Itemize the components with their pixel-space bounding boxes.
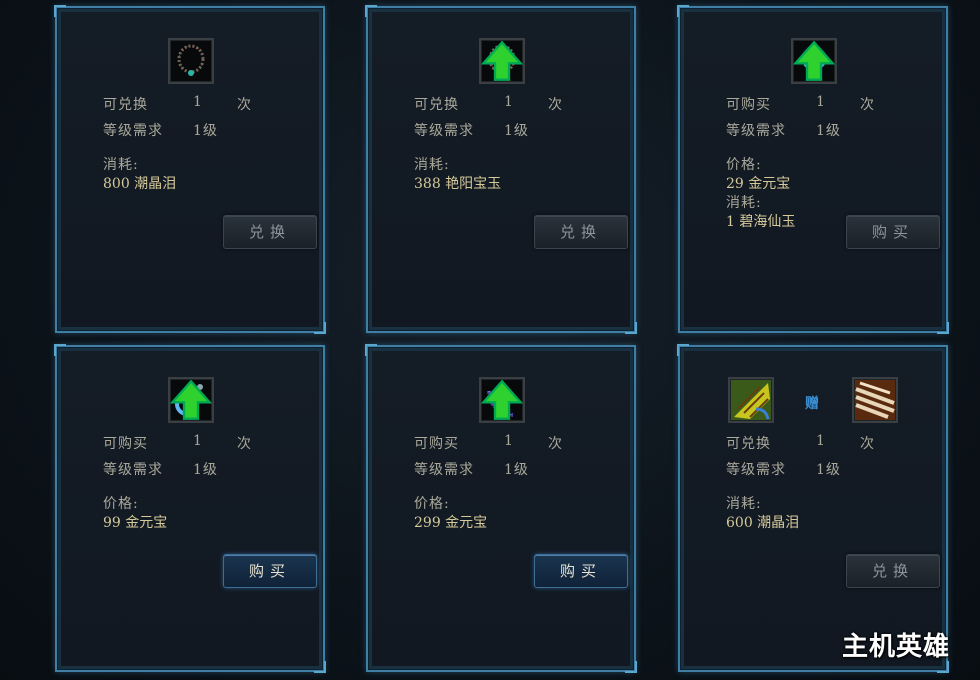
price-label: 价格: — [726, 157, 762, 173]
fan-icon[interactable] — [728, 377, 774, 423]
cost-value: 600 潮晶泪 — [726, 515, 800, 531]
limit-label: 可兑换 — [414, 97, 459, 113]
limit-unit: 次 — [548, 436, 563, 452]
limit-unit: 次 — [860, 436, 875, 452]
level-req-value: 1级 — [193, 123, 218, 139]
shop-item-card-1: 可兑换 1 次 等级需求 1级 消耗: 800 潮晶泪 兑换 — [54, 5, 326, 334]
watermark: 主机英雄 — [842, 632, 951, 662]
limit-count: 1 — [193, 433, 203, 449]
shop-item-card-4: 可购买 1 次 等级需求 1级 价格: 99 金元宝 购买 — [54, 344, 326, 673]
necklace-icon[interactable] — [479, 38, 525, 84]
level-req-label: 等级需求 — [103, 123, 163, 139]
cost-label: 消耗: — [726, 195, 762, 211]
pearl-necklace-icon[interactable] — [791, 38, 837, 84]
price-value: 29 金元宝 — [726, 176, 791, 192]
upgrade-arrow-icon — [481, 379, 523, 420]
level-req-value: 1级 — [504, 462, 529, 478]
limit-unit: 次 — [237, 97, 252, 113]
cost-label: 消耗: — [103, 157, 139, 173]
upgrade-arrow-icon — [481, 40, 523, 81]
level-req-label: 等级需求 — [414, 462, 474, 478]
limit-label: 可购买 — [414, 436, 459, 452]
level-req-value: 1级 — [816, 462, 841, 478]
level-req-label: 等级需求 — [103, 462, 163, 478]
level-req-value: 1级 — [816, 123, 841, 139]
cost-label: 消耗: — [414, 157, 450, 173]
level-req-value: 1级 — [193, 462, 218, 478]
limit-label: 可购买 — [103, 436, 148, 452]
cost-value: 1 碧海仙玉 — [726, 214, 796, 230]
price-value: 99 金元宝 — [103, 515, 168, 531]
limit-label: 可兑换 — [103, 97, 148, 113]
buy-button[interactable]: 购买 — [223, 554, 317, 588]
level-req-label: 等级需求 — [414, 123, 474, 139]
limit-count: 1 — [816, 94, 826, 110]
exchange-button[interactable]: 兑换 — [223, 215, 317, 249]
shop-item-card-6: 赠 可兑换 1 次 等级需求 1级 消耗: 600 潮晶泪 兑换 — [677, 344, 949, 673]
buy-button[interactable]: 购买 — [846, 215, 940, 249]
shop-item-card-3: 可购买 1 次 等级需求 1级 价格: 29 金元宝 消耗: 1 碧海仙玉 购买 — [677, 5, 949, 334]
cost-value: 388 艳阳宝玉 — [414, 176, 502, 192]
limit-unit: 次 — [548, 97, 563, 113]
exchange-button[interactable]: 兑换 — [534, 215, 628, 249]
upgrade-arrow-icon — [170, 379, 212, 420]
bead-chain-icon[interactable] — [479, 377, 525, 423]
limit-count: 1 — [504, 94, 514, 110]
level-req-label: 等级需求 — [726, 462, 786, 478]
shop-item-card-5: 可购买 1 次 等级需求 1级 价格: 299 金元宝 购买 — [365, 344, 637, 673]
limit-unit: 次 — [237, 436, 252, 452]
price-value: 299 金元宝 — [414, 515, 488, 531]
buy-button[interactable]: 购买 — [534, 554, 628, 588]
limit-label: 可购买 — [726, 97, 771, 113]
level-req-value: 1级 — [504, 123, 529, 139]
limit-count: 1 — [816, 433, 826, 449]
scroll-icon[interactable] — [852, 377, 898, 423]
limit-unit: 次 — [860, 97, 875, 113]
limit-label: 可兑换 — [726, 436, 771, 452]
exchange-button[interactable]: 兑换 — [846, 554, 940, 588]
cost-label: 消耗: — [726, 496, 762, 512]
limit-count: 1 — [504, 433, 514, 449]
necklace-icon[interactable] — [168, 38, 214, 84]
upgrade-arrow-icon — [793, 40, 835, 81]
shop-item-card-2: 可兑换 1 次 等级需求 1级 消耗: 388 艳阳宝玉 兑换 — [365, 5, 637, 334]
cost-value: 800 潮晶泪 — [103, 176, 177, 192]
price-label: 价格: — [414, 496, 450, 512]
gift-label: 赠 — [805, 396, 819, 412]
limit-count: 1 — [193, 94, 203, 110]
ring-icon[interactable] — [168, 377, 214, 423]
price-label: 价格: — [103, 496, 139, 512]
level-req-label: 等级需求 — [726, 123, 786, 139]
